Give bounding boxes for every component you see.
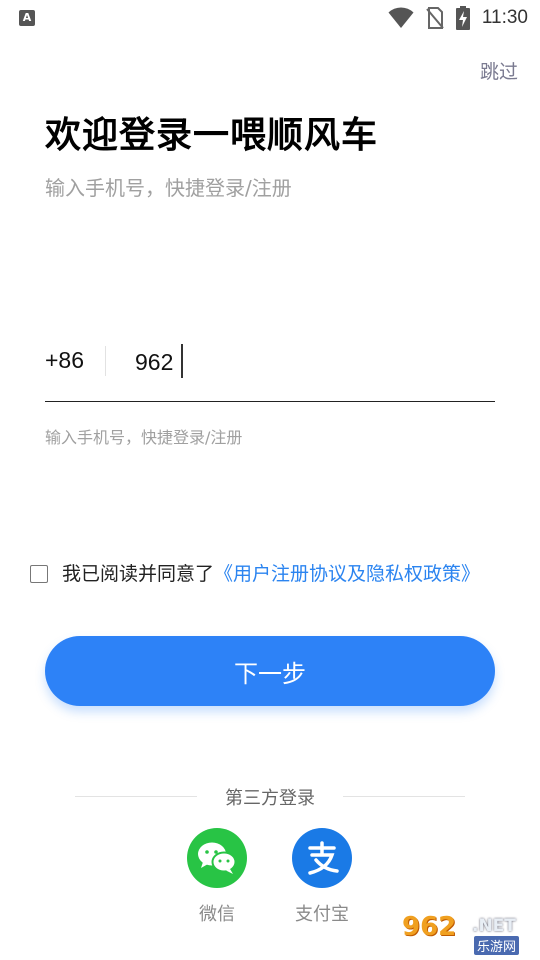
agreement-prefix: 我已阅读并同意了 xyxy=(62,563,215,585)
wechat-circle[interactable] xyxy=(187,828,247,888)
third-party-login-title: 第三方登录 xyxy=(225,788,315,809)
app-notification-icon: A xyxy=(19,10,35,26)
no-sim-icon xyxy=(426,7,444,29)
agreement-checkbox[interactable] xyxy=(30,565,48,583)
agreement-text: 我已阅读并同意了《用户注册协议及隐私权政策》 xyxy=(62,562,492,587)
site-watermark: 962 .NET 乐游网 xyxy=(402,912,534,956)
alipay-login-button[interactable]: 支付宝 xyxy=(282,828,362,926)
phone-hint: 输入手机号，快捷登录/注册 xyxy=(45,428,243,447)
clock: 11:30 xyxy=(481,7,528,28)
page-subtitle: 输入手机号，快捷登录/注册 xyxy=(45,176,292,200)
wifi-icon xyxy=(388,7,414,28)
text-cursor xyxy=(181,344,183,378)
next-step-button[interactable]: 下一步 xyxy=(45,636,495,706)
phone-input[interactable] xyxy=(135,342,475,382)
wechat-login-button[interactable]: 微信 xyxy=(177,828,257,926)
phone-input-row: +86 xyxy=(45,338,495,402)
agreement-link[interactable]: 《用户注册协议及隐私权政策》 xyxy=(214,563,480,585)
watermark-number: 962 xyxy=(402,912,457,942)
watermark-subtitle: 乐游网 xyxy=(474,936,520,955)
alipay-icon xyxy=(308,841,339,875)
alipay-label: 支付宝 xyxy=(295,904,349,925)
country-code-divider xyxy=(105,346,106,376)
alipay-circle[interactable] xyxy=(292,828,352,888)
country-code[interactable]: +86 xyxy=(45,347,84,374)
third-party-login-divider: 第三方登录 xyxy=(75,784,465,810)
divider-line-right xyxy=(343,796,465,797)
wechat-label: 微信 xyxy=(199,904,235,925)
status-icons: 11:30 xyxy=(388,4,528,32)
page-title: 欢迎登录一喂顺风车 xyxy=(45,115,379,156)
wechat-icon xyxy=(198,842,237,874)
watermark-suffix: .NET xyxy=(472,916,516,936)
status-bar: A 11:30 xyxy=(0,0,540,36)
battery-charging-icon xyxy=(455,6,470,30)
skip-button[interactable]: 跳过 xyxy=(480,57,518,84)
